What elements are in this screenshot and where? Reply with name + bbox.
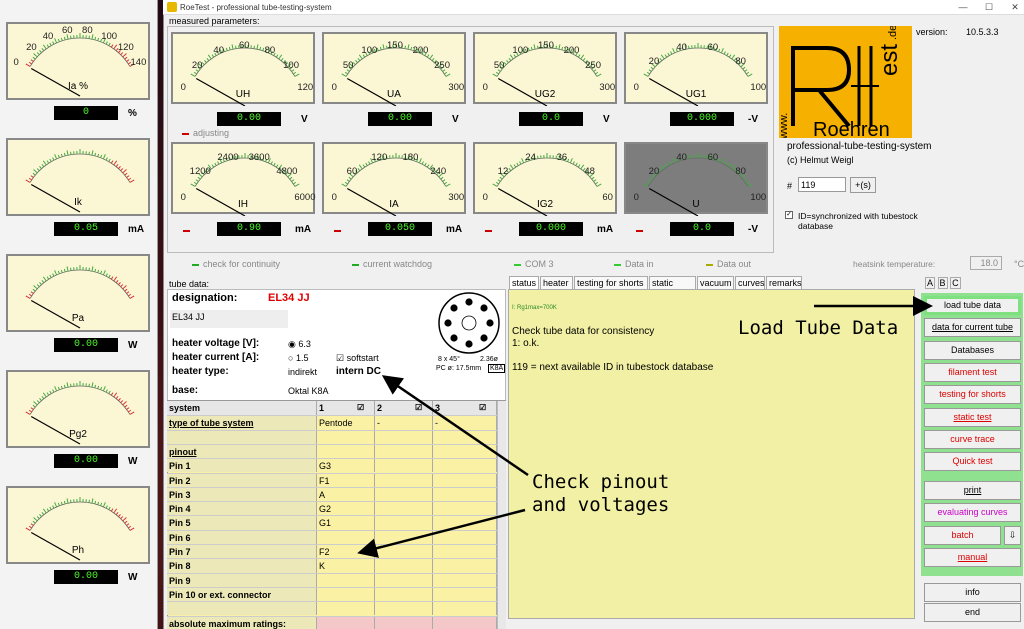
- arrow-pinout: [357, 508, 526, 558]
- annotation-arrows: [357, 296, 933, 558]
- arrow-intern-dc: [381, 375, 529, 477]
